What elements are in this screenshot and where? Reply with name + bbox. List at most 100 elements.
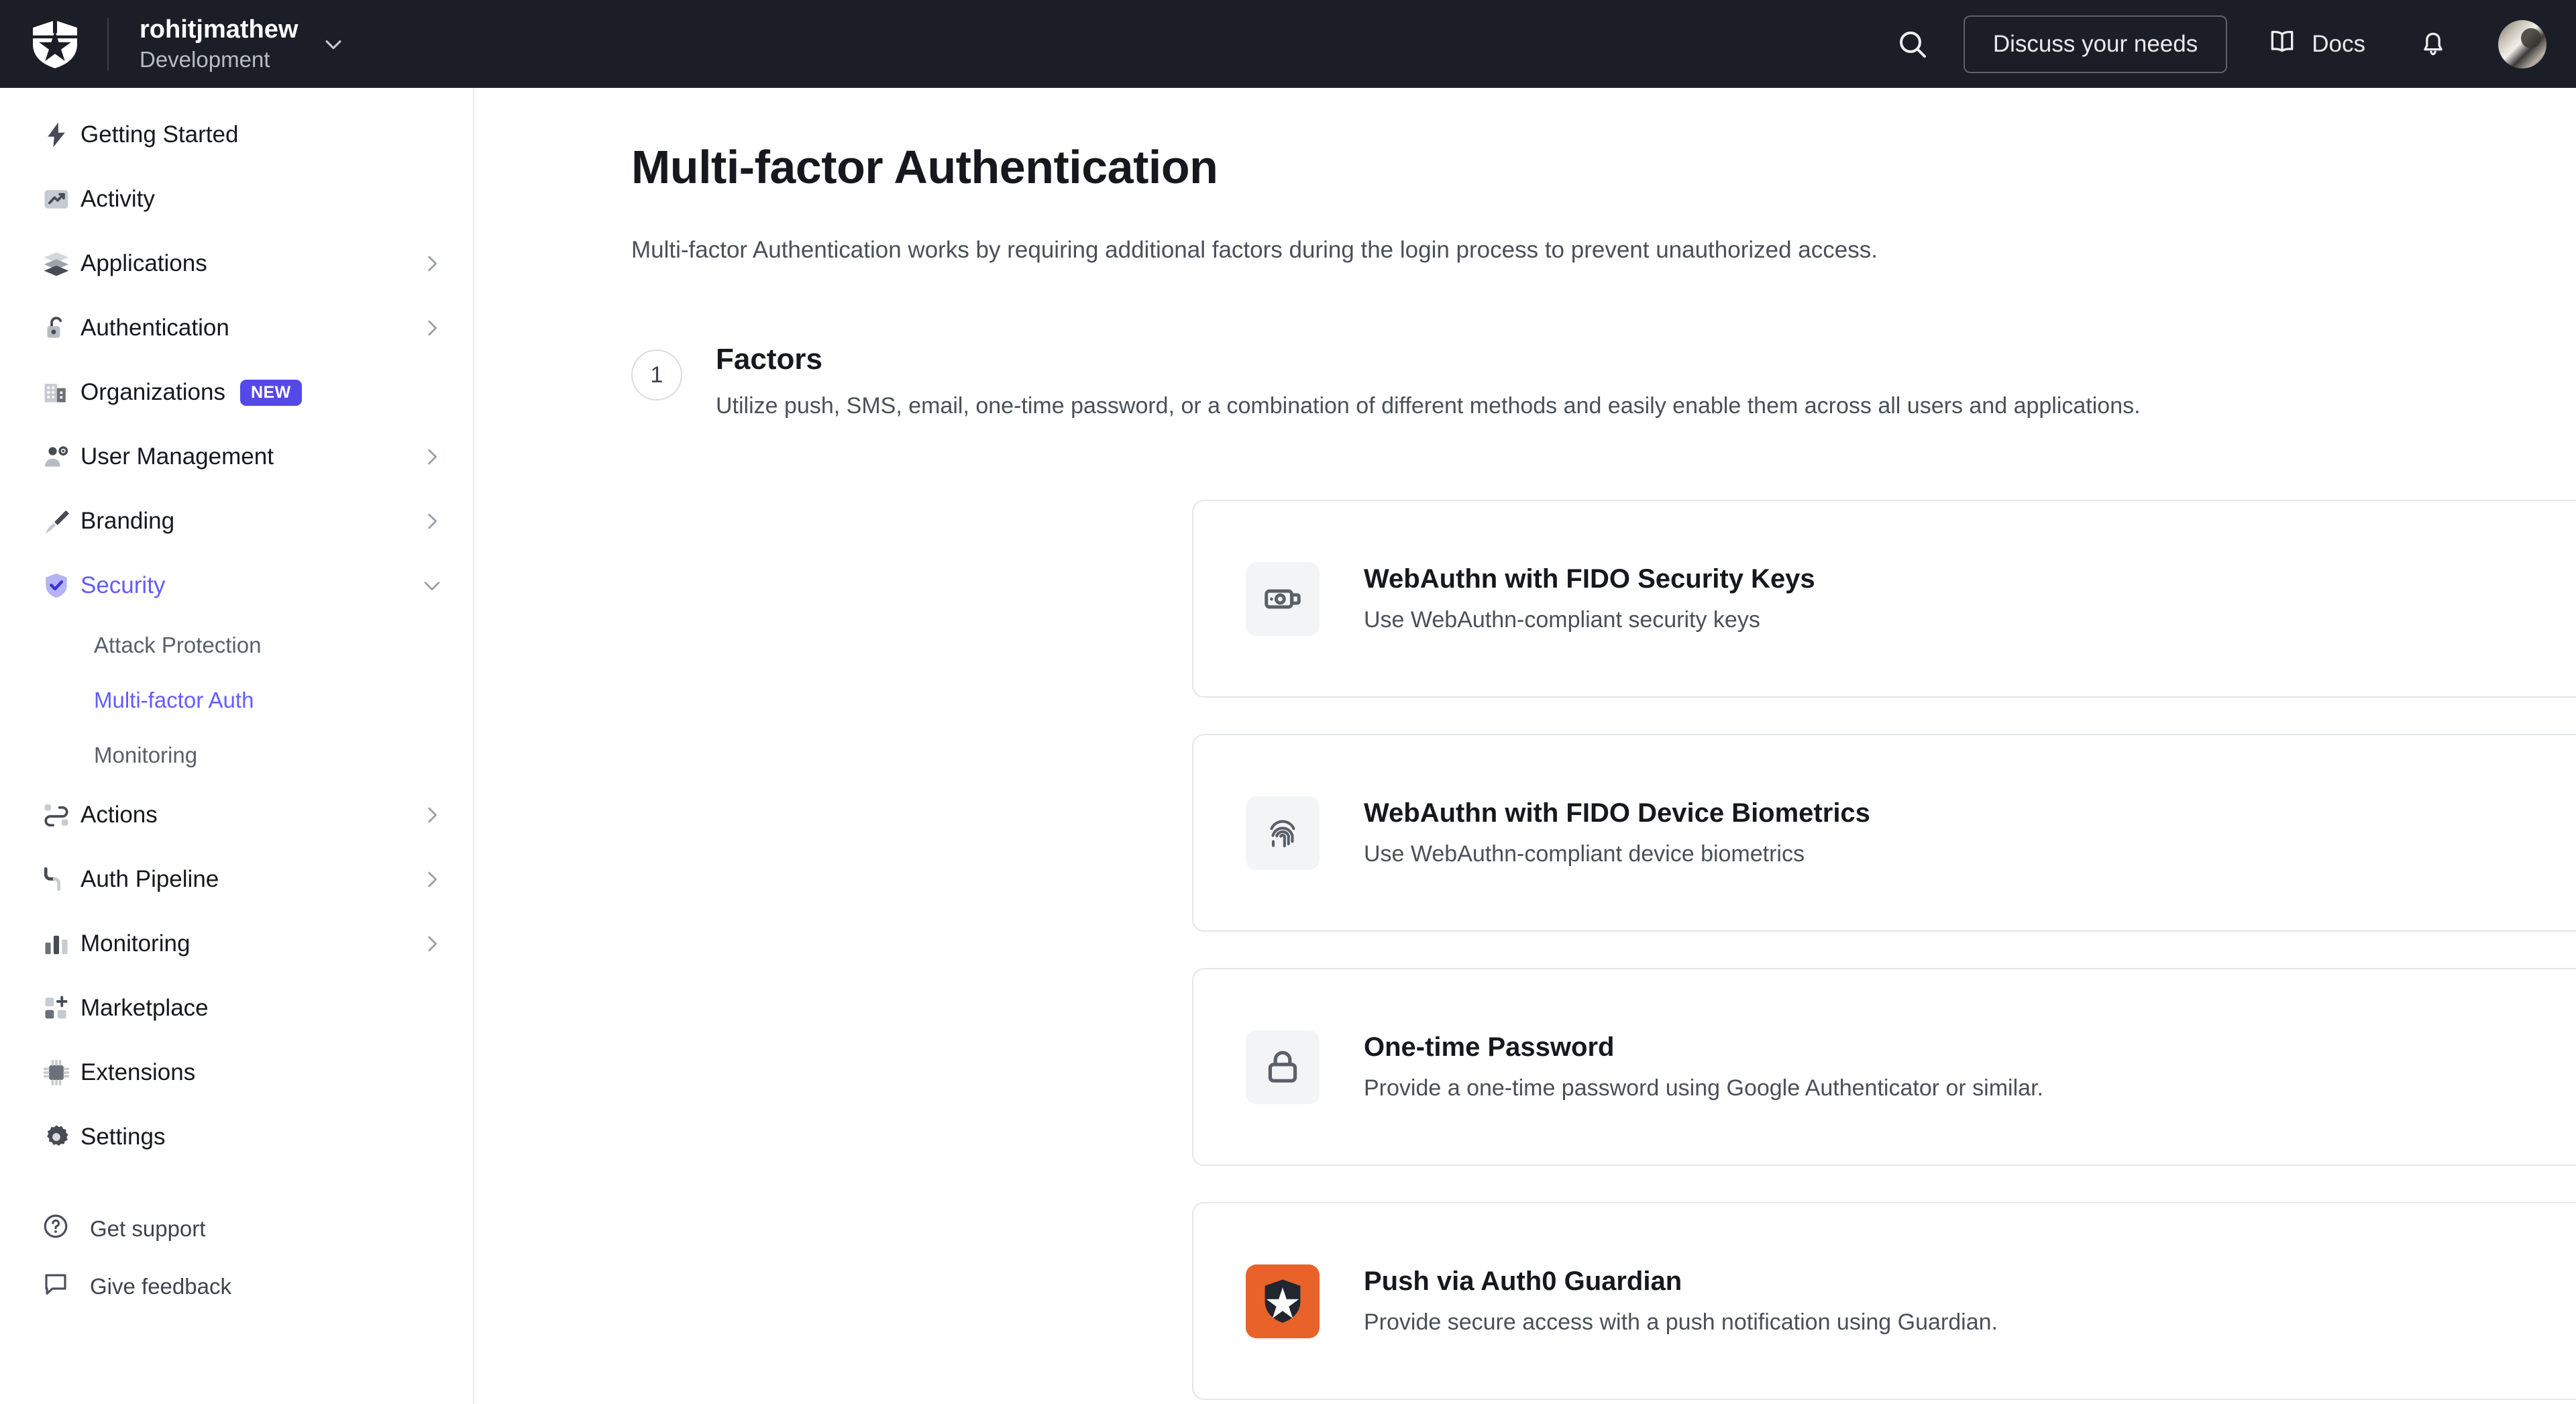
- sidebar-item-activity[interactable]: Activity: [0, 167, 473, 231]
- search-icon[interactable]: [1887, 19, 1938, 70]
- book-icon: [2267, 26, 2297, 62]
- tenant-name: rohitjmathew: [140, 15, 299, 44]
- discuss-your-needs-button[interactable]: Discuss your needs: [1963, 15, 2228, 73]
- auth0-guardian-icon: [1246, 1264, 1320, 1338]
- sidebar-subitem-label: Monitoring: [94, 743, 198, 767]
- factor-card-webauthn-device-biometrics[interactable]: WebAuthn with FIDO Device Biometrics Use…: [1192, 734, 2576, 932]
- sidebar-item-user-management[interactable]: User Management: [0, 425, 473, 489]
- factors-step-section: 1 Factors Utilize push, SMS, email, one-…: [631, 343, 2443, 422]
- bell-icon[interactable]: [2410, 21, 2457, 68]
- building-icon: [42, 378, 80, 407]
- fingerprint-icon: [1246, 796, 1320, 870]
- tenant-environment: Development: [140, 46, 270, 72]
- docs-link[interactable]: Docs: [2267, 26, 2365, 62]
- sidebar-item-getting-started[interactable]: Getting Started: [0, 103, 473, 167]
- factor-card-one-time-password[interactable]: One-time Password Provide a one-time pas…: [1192, 968, 2576, 1166]
- factor-card-push-auth0-guardian[interactable]: Push via Auth0 Guardian Provide secure a…: [1192, 1202, 2576, 1400]
- bar-chart-icon: [42, 929, 80, 959]
- sidebar-item-label: Actions: [80, 802, 158, 828]
- sidebar-footer-label: Get support: [90, 1216, 206, 1241]
- sidebar-item-applications[interactable]: Applications: [0, 231, 473, 296]
- chevron-down-icon: [322, 33, 345, 56]
- top-bar-actions: Discuss your needs Docs: [1887, 15, 2576, 73]
- factor-title: Push via Auth0 Guardian: [1364, 1266, 1682, 1297]
- sidebar-item-multi-factor-auth[interactable]: Multi-factor Auth: [0, 673, 473, 728]
- security-key-icon: [1246, 561, 1320, 636]
- pipeline-icon: [42, 865, 80, 894]
- brand-divider: [107, 17, 109, 70]
- main-content: Multi-factor Authentication Multi-factor…: [476, 88, 2576, 1404]
- factor-description: Use WebAuthn-compliant device biometrics: [1364, 841, 1805, 867]
- sidebar-item-label: Activity: [80, 186, 155, 212]
- paintbrush-icon: [42, 506, 80, 536]
- lightning-bolt-icon: [42, 120, 80, 150]
- sidebar-item-attack-protection[interactable]: Attack Protection: [0, 618, 473, 673]
- section-title: Factors: [716, 343, 822, 376]
- sidebar-item-security[interactable]: Security: [0, 553, 473, 618]
- sidebar-item-label: User Management: [80, 443, 274, 470]
- section-description: Utilize push, SMS, email, one-time passw…: [716, 393, 2141, 419]
- discuss-your-needs-label: Discuss your needs: [1992, 30, 2198, 57]
- factor-title: WebAuthn with FIDO Device Biometrics: [1364, 798, 1870, 828]
- sidebar-item-get-support[interactable]: Get support: [0, 1200, 473, 1258]
- sidebar-item-label: Settings: [80, 1124, 166, 1150]
- sidebar-item-label: Getting Started: [80, 121, 239, 148]
- sidebar-item-label: Marketplace: [80, 995, 209, 1021]
- factor-description: Use WebAuthn-compliant security keys: [1364, 607, 1760, 633]
- auth0-logo-icon[interactable]: [30, 19, 80, 70]
- sidebar-item-give-feedback[interactable]: Give feedback: [0, 1258, 473, 1315]
- layers-icon: [42, 249, 80, 278]
- marketplace-grid-plus-icon: [42, 993, 80, 1023]
- sidebar-item-label: Auth Pipeline: [80, 866, 219, 892]
- factor-title: One-time Password: [1364, 1032, 1615, 1063]
- status-badge-new: NEW: [239, 379, 302, 406]
- avatar[interactable]: [2498, 19, 2546, 68]
- sidebar-item-settings[interactable]: Settings: [0, 1105, 473, 1169]
- top-bar: rohitjmathew Development Discuss your ne…: [0, 0, 2576, 88]
- sidebar-item-monitoring[interactable]: Monitoring: [0, 912, 473, 976]
- chevron-right-icon: [421, 804, 443, 826]
- chevron-right-icon: [421, 252, 443, 275]
- unlock-icon: [42, 313, 80, 343]
- factor-text-block: One-time Password Provide a one-time pas…: [1364, 1030, 2043, 1103]
- sidebar-item-authentication[interactable]: Authentication: [0, 296, 473, 360]
- factor-title: WebAuthn with FIDO Security Keys: [1364, 564, 1815, 594]
- sidebar-item-auth-pipeline[interactable]: Auth Pipeline: [0, 847, 473, 912]
- gear-icon: [42, 1122, 80, 1152]
- factor-description: Provide a one-time password using Google…: [1364, 1075, 2043, 1101]
- sidebar-item-label: Applications: [80, 250, 207, 276]
- sidebar-item-label: Monitoring: [80, 930, 191, 957]
- page-title: Multi-factor Authentication: [631, 141, 1218, 193]
- sidebar-item-security-monitoring[interactable]: Monitoring: [0, 728, 473, 783]
- sidebar-item-branding[interactable]: Branding: [0, 489, 473, 553]
- actions-flow-icon: [42, 800, 80, 830]
- chevron-right-icon: [421, 445, 443, 468]
- docs-label: Docs: [2312, 30, 2365, 57]
- sidebar-item-marketplace[interactable]: Marketplace: [0, 976, 473, 1040]
- sidebar-item-label: Extensions: [80, 1059, 196, 1085]
- sidebar-item-label: Organizations: [80, 379, 225, 405]
- factor-description: Provide secure access with a push notifi…: [1364, 1309, 1998, 1336]
- sidebar-item-organizations[interactable]: Organizations NEW: [0, 360, 473, 425]
- factor-card-webauthn-security-keys[interactable]: WebAuthn with FIDO Security Keys Use Web…: [1192, 500, 2576, 698]
- factor-text-block: WebAuthn with FIDO Device Biometrics Use…: [1364, 796, 1870, 869]
- factor-text-block: WebAuthn with FIDO Security Keys Use Web…: [1364, 562, 1815, 635]
- chevron-right-icon: [421, 868, 443, 891]
- sidebar-item-label: Branding: [80, 508, 175, 534]
- sidebar-item-label: Security: [80, 572, 166, 598]
- tenant-switcher[interactable]: rohitjmathew Development: [140, 14, 345, 74]
- step-number: 1: [631, 349, 682, 400]
- chevron-right-icon: [421, 932, 443, 955]
- sidebar-item-label: Authentication: [80, 315, 229, 341]
- sidebar-item-extensions[interactable]: Extensions: [0, 1040, 473, 1105]
- chip-icon: [42, 1058, 80, 1087]
- padlock-icon: [1246, 1030, 1320, 1104]
- chevron-right-icon: [421, 317, 443, 339]
- activity-chart-icon: [42, 184, 80, 214]
- shield-check-icon: [42, 571, 80, 600]
- speech-bubble-icon: [42, 1270, 70, 1303]
- sidebar-footer-label: Give feedback: [90, 1274, 231, 1299]
- sidebar-item-actions[interactable]: Actions: [0, 783, 473, 847]
- sidebar: Getting Started Activity Applications Au…: [0, 88, 474, 1404]
